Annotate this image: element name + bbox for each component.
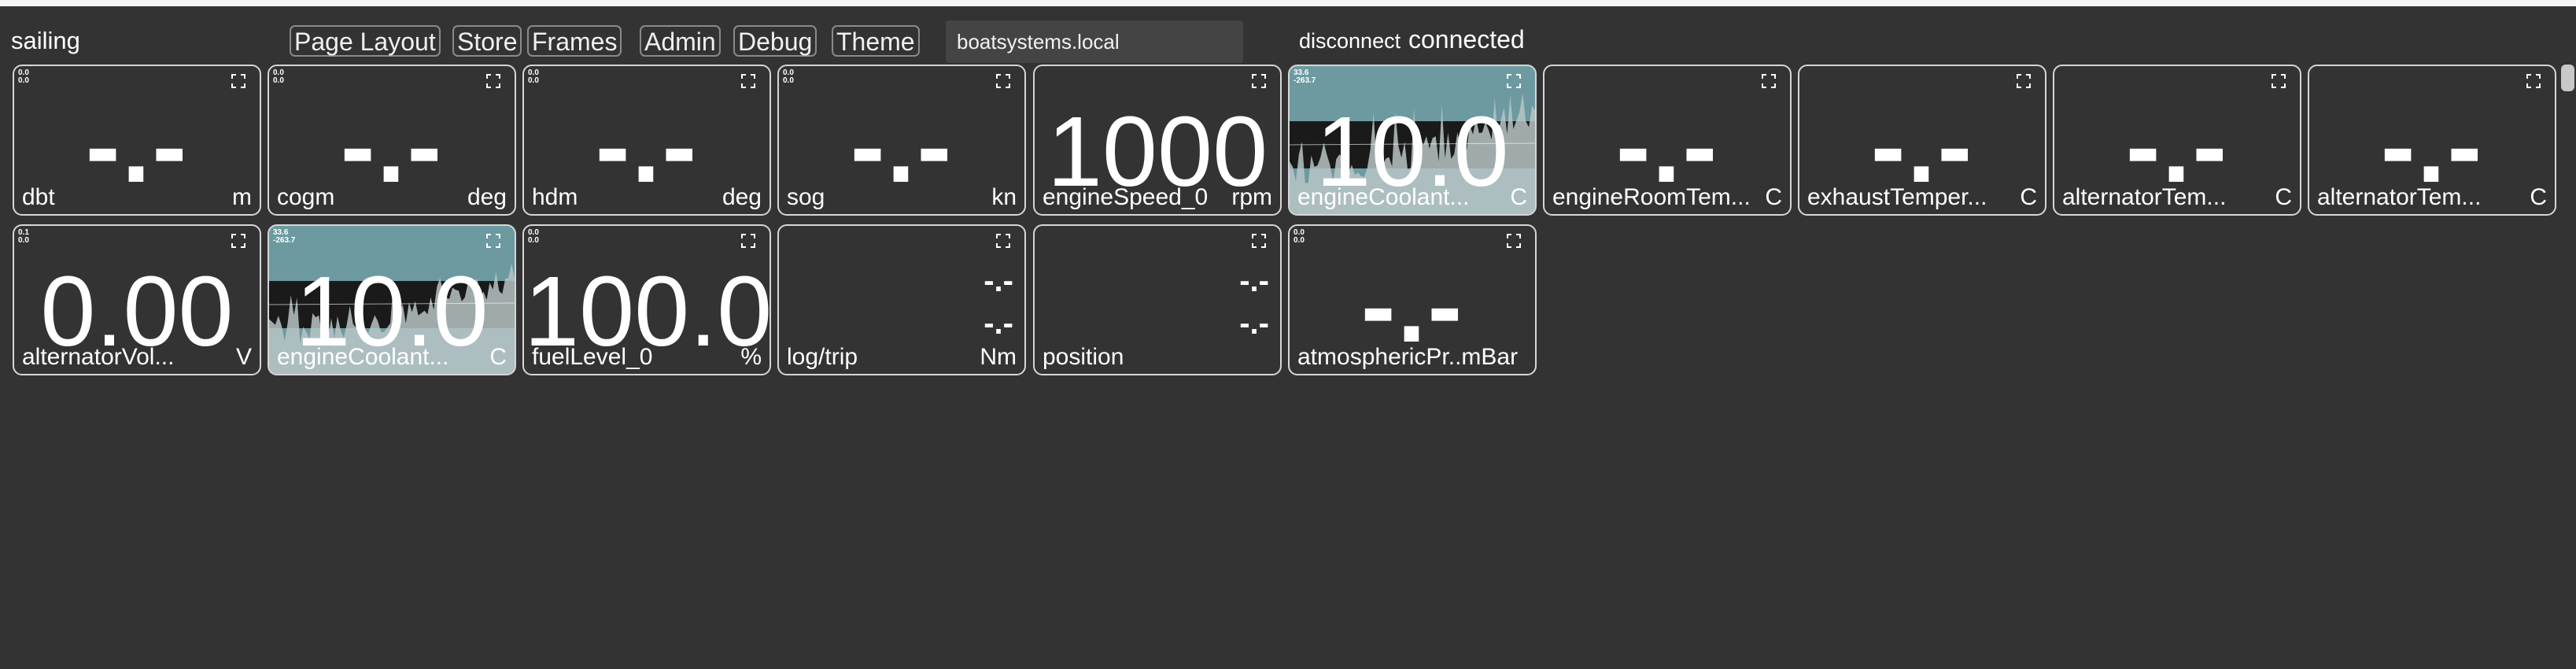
instrument-unit: V [235,344,252,370]
instrument-label: hdm [532,184,578,210]
expand-icon[interactable] [996,74,1010,88]
theme-button[interactable]: Theme [832,25,920,57]
expand-icon[interactable] [1507,234,1521,248]
instrument-label: sog [787,184,825,210]
instrument-label: dbt [22,184,55,210]
host-input[interactable]: boatsystems.local [946,20,1243,63]
instrument-unit: rpm [1231,184,1272,210]
instrument-value: -.- [850,88,954,204]
min-max-readout: 0.0 0.0 [528,68,539,85]
instrument-value: -.- [2380,88,2484,204]
instrument-unit: Nm [980,344,1017,370]
expand-icon[interactable] [1252,74,1266,88]
instrument-value: -.- [85,88,189,204]
instrument-value: -.- [1615,88,1719,204]
instrument-tile[interactable]: -.- engineRoomTem... C [1543,65,1792,216]
instrument-label: engineCoolant... [1297,184,1470,210]
admin-button[interactable]: Admin [640,25,721,57]
min-max-readout: 0.0 0.0 [1294,228,1305,245]
expand-icon[interactable] [2272,74,2286,88]
instrument-tile[interactable]: -.- alternatorTem... C [2308,65,2556,216]
instrument-tile[interactable]: 0.0 0.0 100.0 fuelLevel_0% [522,224,771,375]
instrument-unit: C [1510,184,1527,210]
instrument-unit: C [1765,184,1782,210]
instrument-tile[interactable]: 0.0 0.0 -.- atmosphericPr..mBar [1288,224,1537,375]
instrument-tile[interactable]: 33.6 -263.7 10.0 engineCoolant... C [1288,65,1537,216]
debug-button[interactable]: Debug [733,25,817,57]
min-max-readout: 0.0 0.0 [18,68,29,85]
app-title: sailing [11,27,80,54]
instrument-value: -.- [1360,248,1464,364]
instrument-unit: m [232,184,252,210]
instrument-value: -.- [595,88,699,204]
instrument-unit: % [740,344,762,370]
expand-icon[interactable] [996,234,1010,248]
primary-value: -.- [984,264,1013,298]
instrument-unit: deg [722,184,762,210]
instrument-label: cogm [277,184,335,210]
secondary-value: -.- [1239,306,1269,341]
expand-icon[interactable] [2526,74,2541,88]
min-max-readout: 33.6 -263.7 [1294,68,1316,85]
frames-button[interactable]: Frames [527,25,622,57]
top-strip [0,0,2576,6]
instrument-tile[interactable]: -.- -.- position [1033,224,1282,375]
instrument-value: -.- [2125,88,2229,204]
expand-icon[interactable] [1507,74,1521,88]
min-max-readout: 33.6 -263.7 [273,228,296,245]
expand-icon[interactable] [2017,74,2031,88]
secondary-value: -.- [984,306,1013,341]
instrument-unit: deg [467,184,507,210]
connection-status: connected [1408,25,1525,54]
min-max-readout: 0.0 0.0 [528,228,539,245]
instrument-label: log/trip [787,344,858,370]
instrument-tile[interactable]: 33.6 -263.7 10.0 engineCoolant... C [268,224,516,375]
expand-icon[interactable] [486,74,500,88]
instrument-tile[interactable]: -.- -.- log/trip Nm [777,224,1026,375]
instrument-label: engineRoomTem... [1552,184,1751,210]
disconnect-link[interactable]: disconnect [1299,29,1401,54]
expand-icon[interactable] [741,234,755,248]
instrument-unit: C [2275,184,2292,210]
expand-icon[interactable] [486,234,500,248]
instrument-label: atmosphericPr..mBar [1297,344,1519,370]
instrument-unit: C [2020,184,2037,210]
instrument-tile[interactable]: -.- exhaustTemper... C [1798,65,2046,216]
min-max-readout: 0.0 0.0 [783,68,794,85]
instrument-unit: C [2530,184,2547,210]
instrument-tile[interactable]: 1000 engineSpeed_0 rpm [1033,65,1282,216]
instrument-tile[interactable]: 0.0 0.0 -.- sog kn [777,65,1026,216]
min-max-readout: 0.1 0.0 [18,228,29,245]
instrument-label: alternatorTem... [2317,184,2482,210]
instrument-label: engineCoolant... [277,344,449,370]
expand-icon[interactable] [1252,234,1266,248]
instrument-label: engineSpeed_0 [1043,184,1209,210]
store-button[interactable]: Store [452,25,522,57]
page-layout-button[interactable]: Page Layout [290,25,441,57]
instrument-tile[interactable]: 0.0 0.0 -.- hdm deg [522,65,771,216]
instrument-label: alternatorVol... [22,344,175,370]
expand-icon[interactable] [231,234,245,248]
instrument-tile[interactable]: 0.1 0.0 0.00 alternatorVol... V [13,224,261,375]
instrument-value: -.- [340,88,444,204]
expand-icon[interactable] [741,74,755,88]
instrument-tile[interactable]: 0.0 0.0 -.- dbt m [13,65,261,216]
instrument-label: alternatorTem... [2062,184,2227,210]
primary-value: -.- [1239,264,1269,298]
instrument-tile[interactable]: 0.0 0.0 -.- cogm deg [268,65,516,216]
scrollbar-thumb[interactable] [2561,65,2574,91]
instrument-label: position [1043,344,1124,370]
expand-icon[interactable] [1762,74,1776,88]
min-max-readout: 0.0 0.0 [273,68,284,85]
instrument-unit: kn [991,184,1017,210]
instrument-label: fuelLevel_0 [532,344,653,370]
instrument-value: -.- [1870,88,1974,204]
instrument-label: exhaustTemper... [1807,184,1987,210]
expand-icon[interactable] [231,74,245,88]
instrument-tile[interactable]: -.- alternatorTem... C [2053,65,2301,216]
instrument-unit: C [489,344,507,370]
